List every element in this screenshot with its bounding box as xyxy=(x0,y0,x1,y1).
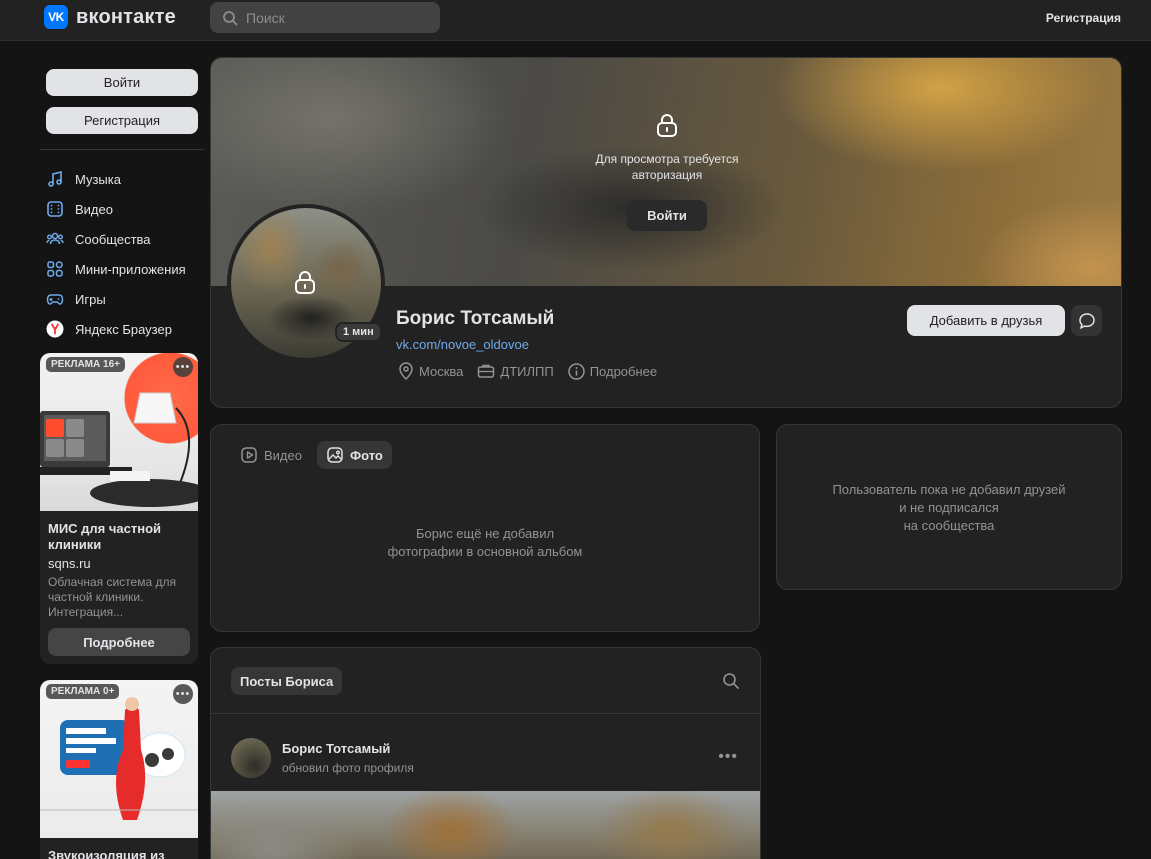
message-button[interactable] xyxy=(1071,305,1102,336)
avatar-lock-icon xyxy=(295,271,315,294)
profile-work[interactable]: ДТИЛПП xyxy=(477,363,554,379)
avatar-frame: 1 мин xyxy=(227,204,385,362)
media-tabs: Видео Фото xyxy=(231,441,392,469)
friends-empty-line-3: на сообщества xyxy=(903,518,995,533)
tab-label: Видео xyxy=(264,447,302,463)
ad-label-text: РЕКЛАМА 16+ xyxy=(51,359,120,370)
friends-card: Пользователь пока не добавил друзей и не… xyxy=(776,424,1122,590)
lock-icon xyxy=(657,114,677,137)
friends-empty-line-2: и не подписался xyxy=(899,500,999,515)
cover-login-button[interactable]: Войти xyxy=(627,200,707,231)
vk-logo-icon: VK xyxy=(44,5,68,29)
gamepad-icon xyxy=(46,294,64,305)
register-button[interactable]: Регистрация xyxy=(46,107,198,134)
tab-label: Фото xyxy=(349,447,383,463)
post-author-name[interactable]: Борис Тотсамый xyxy=(282,741,390,756)
posts-tab[interactable]: Посты Бориса xyxy=(231,667,343,695)
search-input[interactable] xyxy=(246,9,416,26)
sidebar-item-label: Музыка xyxy=(75,171,121,187)
ad-more-button[interactable]: ••• xyxy=(173,684,193,704)
media-empty-line-1: Борис ещё не добавил xyxy=(415,526,555,541)
ad-card[interactable]: РЕКЛАМА 16+ ••• МИС для частной клиники … xyxy=(40,353,198,664)
lamp-illustration xyxy=(40,392,198,507)
location-pin-icon xyxy=(399,362,413,380)
logo-text: вконтакте xyxy=(76,5,176,28)
profile-city-text: Москва xyxy=(419,363,464,379)
profile-city[interactable]: Москва xyxy=(398,362,463,380)
post-more-button[interactable]: ••• xyxy=(718,748,738,766)
friends-empty-text: Пользователь пока не добавил друзей и не… xyxy=(777,481,1121,535)
sidebar-item-communities[interactable]: Сообщества xyxy=(40,224,204,254)
info-icon xyxy=(567,362,585,380)
ad-label-badge: РЕКЛАМА 16+ xyxy=(46,357,125,372)
post-action-text: обновил фото профиля xyxy=(282,761,414,775)
yandex-browser-icon xyxy=(46,320,64,338)
search-box[interactable] xyxy=(210,2,440,33)
media-empty-text: Борис ещё не добавил фотографии в основн… xyxy=(211,525,759,561)
communities-icon xyxy=(46,232,64,245)
posts-card: Посты Бориса Борис Тотсамый обновил фото… xyxy=(210,647,761,859)
online-status-badge: 1 мин xyxy=(335,322,382,342)
login-button[interactable]: Войти xyxy=(46,69,198,96)
ad-description: Облачная система для частной клиники. Ин… xyxy=(48,575,176,619)
video-play-icon xyxy=(241,447,257,463)
sidebar-item-label: Сообщества xyxy=(75,231,151,247)
ad-card[interactable]: РЕКЛАМА 0+ ••• Звукоизоляция из xyxy=(40,680,198,859)
profile-link[interactable]: vk.com/novoe_oldovoe xyxy=(396,337,529,352)
ad-domain[interactable]: sqns.ru xyxy=(40,553,198,571)
ad-title[interactable]: Звукоизоляция из xyxy=(40,838,198,859)
sidebar-item-mini-apps[interactable]: Мини-приложения xyxy=(40,254,204,284)
tab-photo[interactable]: Фото xyxy=(316,441,392,469)
post-author-avatar[interactable] xyxy=(231,738,271,778)
friends-empty-line-1: Пользователь пока не добавил друзей xyxy=(832,482,1066,497)
message-icon xyxy=(1078,312,1095,329)
profile-work-text: ДТИЛПП xyxy=(500,363,554,379)
auth-required-text: Для просмотра требуется авторизация xyxy=(595,152,739,182)
top-bar: VK вконтакте Регистрация xyxy=(0,0,1151,41)
profile-card: Для просмотра требуется авторизация Войт… xyxy=(210,57,1122,408)
photo-icon xyxy=(327,447,343,463)
sidebar-item-games[interactable]: Игры xyxy=(40,284,204,314)
profile-name: Борис Тотсамый xyxy=(396,308,555,329)
ad-image[interactable]: РЕКЛАМА 0+ ••• xyxy=(40,680,198,838)
post-photo[interactable] xyxy=(211,791,760,859)
ad-label-badge: РЕКЛАМА 0+ xyxy=(46,684,120,699)
media-card: Видео Фото Борис ещё не добавил фотограф… xyxy=(210,424,760,632)
sidebar-item-music[interactable]: Музыка xyxy=(40,164,204,194)
ad-more-button[interactable]: ••• xyxy=(173,357,193,377)
sidebar-item-label: Яндекс Браузер xyxy=(75,321,172,337)
sidebar-divider xyxy=(40,149,204,150)
add-friend-button[interactable]: Добавить в друзья xyxy=(907,305,1065,336)
header-register-link[interactable]: Регистрация xyxy=(1046,11,1121,25)
sidebar-item-video[interactable]: Видео xyxy=(40,194,204,224)
ad-more-info-button[interactable]: Подробнее xyxy=(48,628,190,656)
ad-image[interactable]: РЕКЛАМА 16+ ••• xyxy=(40,353,198,511)
search-icon xyxy=(223,10,238,25)
sidebar-item-label: Игры xyxy=(75,291,106,307)
media-empty-line-2: фотографии в основной альбом xyxy=(387,544,583,559)
mini-apps-icon xyxy=(47,261,63,277)
sidebar-item-label: Видео xyxy=(75,201,113,217)
music-icon xyxy=(48,170,62,187)
sidebar-item-label: Мини-приложения xyxy=(75,261,186,277)
profile-meta: Москва ДТИЛПП Подробнее xyxy=(398,362,657,380)
soundproofing-illustration xyxy=(40,697,198,820)
posts-search-icon[interactable] xyxy=(722,672,740,690)
briefcase-icon xyxy=(478,364,495,378)
sidebar-item-yandex-browser[interactable]: Яндекс Браузер xyxy=(40,314,204,344)
sidebar-nav: Музыка Видео Сообщества Мини-приложения … xyxy=(40,164,204,344)
tab-video[interactable]: Видео xyxy=(231,441,311,469)
profile-more-info[interactable]: Подробнее xyxy=(567,362,658,380)
video-icon xyxy=(47,201,63,217)
profile-more-info-text: Подробнее xyxy=(589,363,658,379)
vk-logo[interactable]: VK вконтакте xyxy=(44,5,176,29)
ad-label-text: РЕКЛАМА 0+ xyxy=(51,686,115,697)
ad-title[interactable]: МИС для частной клиники xyxy=(40,511,198,553)
posts-header: Посты Бориса xyxy=(211,648,760,714)
